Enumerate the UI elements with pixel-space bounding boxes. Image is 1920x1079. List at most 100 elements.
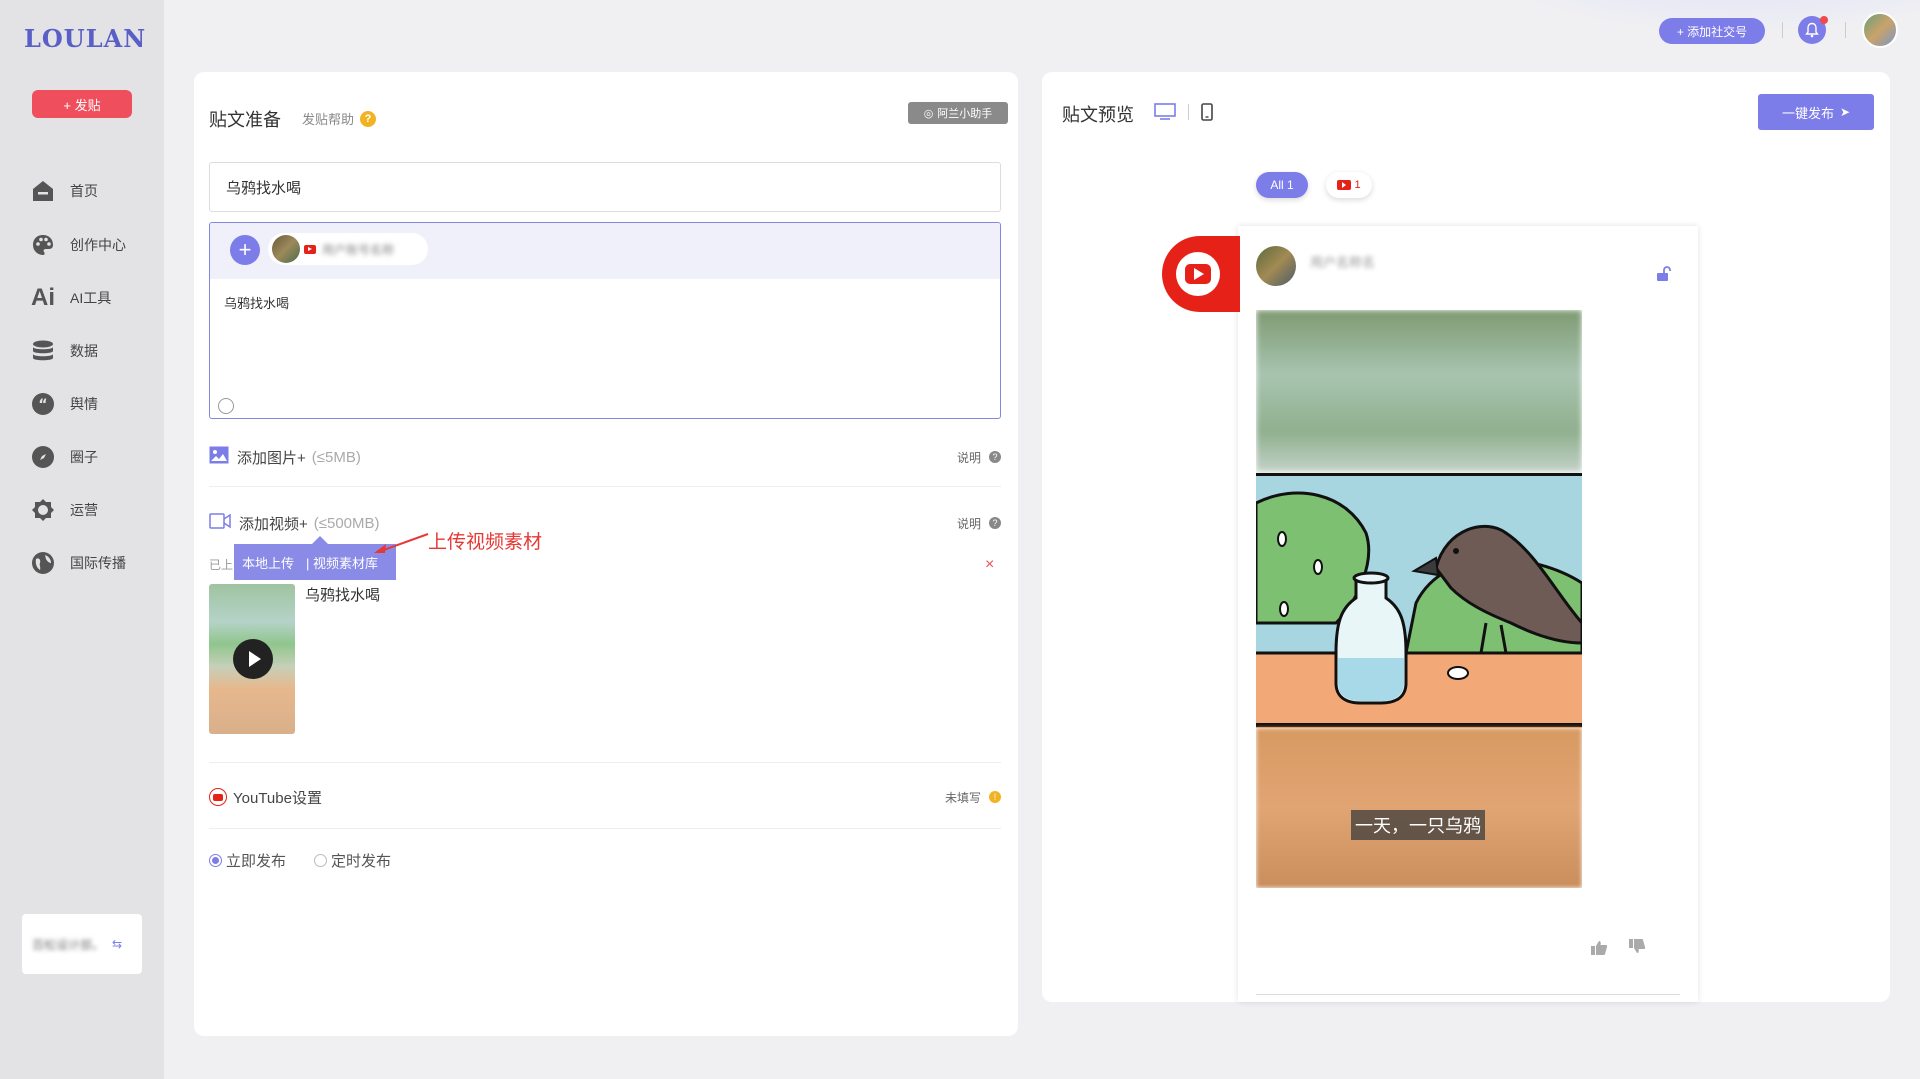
editor-panel-title: 贴文准备 (209, 110, 281, 130)
user-name: 百松设计部。 (32, 937, 105, 952)
video-preview[interactable]: 一天，一只乌鸦 (1256, 310, 1582, 888)
quote-icon: “ (30, 391, 56, 417)
image-icon (209, 446, 229, 468)
add-video-label: 添加视频+ (239, 515, 308, 533)
badge-icon (30, 497, 56, 523)
nav-item-creation[interactable]: 创作中心 (30, 230, 126, 260)
assistant-label: 阿兰小助手 (937, 108, 993, 120)
post-help-link[interactable]: 发贴帮助 ? (302, 109, 377, 128)
database-icon (30, 338, 56, 364)
annotation-arrow (374, 533, 429, 553)
youtube-settings-row[interactable]: YouTube设置 未填写! (209, 784, 1001, 810)
nav-item-international[interactable]: 国际传播 (30, 548, 126, 578)
publish-label: 一键发布 (1781, 105, 1834, 121)
unlock-icon[interactable] (1656, 266, 1672, 282)
image-note[interactable]: 说明? (957, 449, 1001, 466)
account-avatar (272, 235, 300, 263)
video-frame-bottom (1256, 728, 1582, 888)
video-thumbnail[interactable] (209, 584, 295, 734)
nav-item-ai-tools[interactable]: Ai AI工具 (30, 283, 111, 313)
video-library-option[interactable]: | 视频素材库 (306, 553, 378, 572)
send-icon: ➤ (1839, 105, 1851, 119)
add-social-account-button[interactable]: + 添加社交号 (1659, 18, 1765, 44)
chat-icon: ◎ (923, 107, 934, 120)
account-selector: + 用户账号名称 (210, 223, 1000, 279)
ai-icon: Ai (31, 284, 55, 311)
avatar-icon[interactable] (1862, 12, 1898, 48)
nav-item-sentiment[interactable]: “ 舆情 (30, 389, 98, 419)
radio-label: 定时发布 (331, 852, 392, 870)
youtube-icon (1337, 180, 1352, 190)
tab-all[interactable]: All 1 (1256, 172, 1308, 198)
uploaded-label: 已上 (209, 558, 234, 572)
publish-now-radio[interactable]: 立即发布 (209, 850, 286, 871)
post-body-editor[interactable]: + 用户账号名称 乌鸦找水喝 (209, 222, 1001, 419)
post-body-text[interactable]: 乌鸦找水喝 (224, 293, 289, 312)
video-caption: 一天，一只乌鸦 (1351, 810, 1485, 840)
account-name: 用户账号名称 (322, 242, 395, 257)
emoji-icon[interactable] (218, 398, 234, 414)
tab-count: 1 (1354, 179, 1361, 191)
svg-text:“: “ (38, 397, 47, 413)
video-icon (209, 513, 231, 533)
preview-panel-title: 贴文预览 (1062, 105, 1134, 125)
switch-icon[interactable]: ⇆ (112, 937, 122, 951)
one-click-publish-button[interactable]: 一键发布 ➤ (1758, 94, 1874, 130)
note-label: 说明 (956, 516, 981, 531)
user-card[interactable]: 百松设计部。 ⇆ (22, 914, 142, 974)
mobile-view-icon[interactable] (1200, 103, 1214, 121)
add-image-row[interactable]: 添加图片+ (≤5MB) 说明? (209, 444, 1001, 470)
post-title-input[interactable]: 乌鸦找水喝 (209, 162, 1001, 212)
radio-unselected (314, 853, 328, 867)
remove-video-icon[interactable]: × (985, 556, 994, 574)
add-account-button[interactable]: + (230, 235, 260, 265)
youtube-icon (1162, 236, 1240, 312)
assistant-button[interactable]: ◎ 阿兰小助手 (908, 102, 1008, 124)
nav-label: 国际传播 (70, 555, 126, 571)
schedule-publish-radio[interactable]: 定时发布 (314, 850, 391, 871)
nav-item-operations[interactable]: 运营 (30, 495, 98, 525)
thumbs-up-icon[interactable] (1590, 940, 1608, 956)
sidebar: LOULAN + 发贴 首页 创作中心 Ai AI工具 数据 “ 舆情 圈子 运… (0, 0, 164, 1079)
status-label: 未填写 (944, 790, 981, 805)
nav-label: 首页 (70, 183, 98, 199)
youtube-settings-label: YouTube设置 (233, 789, 322, 807)
channel-name: 用户名称名 (1310, 255, 1376, 270)
nav-label: 舆情 (70, 396, 98, 412)
video-note[interactable]: 说明? (957, 515, 1001, 532)
nav-item-data[interactable]: 数据 (30, 336, 98, 366)
thumbs-down-icon[interactable] (1628, 938, 1646, 954)
help-label: 发贴帮助 (302, 112, 355, 127)
divider (209, 486, 1001, 487)
image-size-limit: (≤5MB) (311, 448, 361, 466)
note-label: 说明 (956, 450, 981, 465)
palette-icon (30, 232, 56, 258)
divider (1188, 104, 1189, 120)
divider (209, 762, 1001, 763)
app-logo[interactable]: LOULAN (24, 24, 146, 53)
video-frame-top (1256, 310, 1582, 472)
desktop-view-icon[interactable] (1154, 103, 1176, 121)
divider (1782, 22, 1783, 38)
add-video-row[interactable]: 添加视频+ (≤500MB) 说明? (209, 510, 1001, 536)
new-post-button[interactable]: + 发贴 (32, 90, 132, 118)
help-icon: ? (360, 110, 377, 127)
play-icon[interactable] (233, 639, 273, 679)
tab-youtube[interactable]: 1 (1326, 172, 1372, 198)
nav-label: 圈子 (70, 449, 98, 465)
globe-icon (30, 550, 56, 576)
add-image-label: 添加图片+ (237, 449, 306, 467)
nav-label: 创作中心 (70, 237, 126, 253)
selected-account-chip[interactable]: 用户账号名称 (268, 233, 428, 265)
nav-item-home[interactable]: 首页 (30, 176, 98, 206)
divider (1845, 22, 1846, 38)
publish-mode-group: 立即发布 定时发布 (209, 848, 1001, 872)
compass-icon (30, 444, 56, 470)
local-upload-option[interactable]: 本地上传 (242, 553, 294, 572)
youtube-icon (304, 244, 316, 254)
channel-avatar (1256, 246, 1296, 286)
video-frame-illustration (1256, 473, 1582, 728)
radio-label: 立即发布 (226, 852, 287, 870)
info-icon: ? (989, 517, 1001, 529)
nav-item-circle[interactable]: 圈子 (30, 442, 98, 472)
